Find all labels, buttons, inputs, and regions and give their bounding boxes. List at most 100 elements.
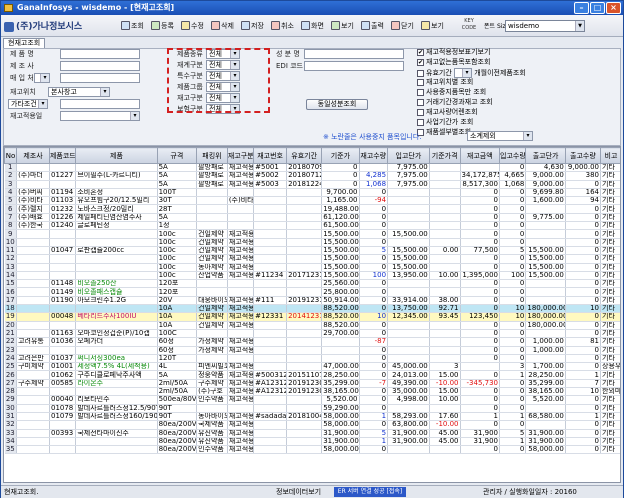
table-row[interactable]: 5(주)비타01103유오프힘구20/12.5밀리30T (주)비타 재고적용분 1…	[4, 196, 620, 206]
column-header[interactable]: 기준가	[321, 147, 360, 164]
table-cell: #5003	[253, 180, 288, 189]
supplier-input[interactable]	[60, 73, 140, 83]
cancel-button[interactable]: 취소	[269, 18, 300, 34]
column-header[interactable]: 재고구분	[226, 147, 255, 164]
supplier-type-select[interactable]	[34, 73, 50, 83]
database-select[interactable]: wisdemo ▼	[505, 20, 585, 32]
table-row[interactable]: 3480ea/200V유진약품재고적용분31,900.00131,900.004…	[4, 437, 620, 447]
column-header[interactable]: 제품코드	[48, 147, 77, 164]
check-product-detail[interactable]: 재품셀부별조회	[417, 128, 471, 137]
column-header[interactable]: 유효기간	[286, 147, 323, 164]
column-header[interactable]: 출고단가	[525, 147, 566, 164]
table-row[interactable]: 13100c동아제약재고적용분15,500.00015,500.000015,5…	[4, 263, 620, 272]
minimize-button[interactable]: –	[574, 2, 589, 14]
print-button[interactable]: 출력	[359, 18, 390, 34]
close-button[interactable]: ×	[606, 2, 621, 14]
column-header[interactable]: 패킹위	[196, 147, 228, 164]
screen-button[interactable]: 화면	[299, 18, 330, 34]
table-row[interactable]: 3580ea/200V인수약품재고적용분58,000.0000058,000.0…	[4, 445, 620, 455]
table-row[interactable]: 21 01163 오마코인정겁순(P)/10캡 100C 29,700.00 0 0 0 0 기타	[4, 329, 620, 339]
column-header[interactable]: 비고	[600, 147, 620, 164]
delete-button[interactable]: 삭제	[209, 18, 240, 34]
table-row[interactable]: 15A팔방패로재고적용분#50012018070907,975.0004,630…	[4, 163, 620, 173]
column-header[interactable]: 기준가격	[428, 147, 461, 164]
edi-code-input[interactable]	[304, 61, 404, 71]
table-cell: 0	[499, 279, 527, 289]
tab-current-stock[interactable]: 현재고조회	[3, 38, 46, 48]
table-row[interactable]: 9100c건일제약재고적용분15,500.00015,500.00000기타	[4, 229, 620, 239]
table-row[interactable]: 24 고려은만 01037 써니서징300ea 120T 0 0 0 0 기타	[4, 354, 620, 364]
table-row[interactable]: 1810A건일제약재고적용분88,520.00013,750.0092.7101…	[4, 304, 620, 314]
table-row[interactable]: 2360정가정제약재고적용분0001,000.000기타	[4, 346, 620, 355]
table-cell: 94	[565, 196, 602, 206]
column-header[interactable]: 입고단가	[387, 147, 430, 164]
table-row[interactable]: 6 (주)렐지 01232 노바스크정/20밀리 28T 19,488.00 0 0 0 0 기타	[4, 204, 620, 214]
exit-button[interactable]: 닫기	[389, 18, 420, 34]
column-header[interactable]: 재고수량	[358, 147, 389, 164]
table-row[interactable]: 2010A건일제약재고적용분88,520.00000180,000.000기타	[4, 321, 620, 330]
table-row[interactable]: 1101047로판캡슐200cc100c건일제약재고적용분15,500.0051…	[4, 246, 620, 256]
check-include-no-stock[interactable]: ✔ 재고없는품목포함조회	[417, 58, 490, 67]
table-row[interactable]: 4 (주)버씨 01194 소비혼정 100T 9,700.00 0 0 0 9,699.80 16…	[4, 188, 620, 198]
check-by-location[interactable]: 재고위치별 조회	[417, 78, 473, 87]
table-row[interactable]: 16 01149 비오졸패스캡슐 120포 25,800.00 0 0 0 0 기타	[4, 287, 620, 297]
table-cell	[321, 346, 360, 355]
table-row[interactable]: 14100c산업약품재고적용분#112342017123115,500.0010…	[4, 271, 620, 281]
table-cell: 라이온주	[75, 379, 158, 389]
table-row[interactable]: 12100c건일제약재고적용분15,500.00015,500.000015,5…	[4, 254, 620, 264]
table-row[interactable]: 33 00393국제전타마이신주80ea/200V유진약품재고적용분 31,900.…	[4, 429, 620, 438]
preview-button[interactable]: 보기	[419, 18, 450, 34]
ingredient-input[interactable]	[304, 49, 404, 59]
table-cell: 0	[499, 213, 527, 223]
key-code-button[interactable]: KEY CODE	[459, 18, 479, 34]
column-header[interactable]: 입고수량	[499, 147, 527, 164]
table-row[interactable]: 8 (주)한국 01240 글로페틴정 1정 61,500.00 0 0 0 0 기타	[4, 221, 620, 231]
view-button[interactable]: 보기	[329, 18, 360, 34]
table-row[interactable]: 7 (주)배효 01226 제일페티딘염산염주사 5A 61,120.00 0 0 0 9,775…	[4, 213, 620, 223]
edit-button[interactable]: 수정	[179, 18, 210, 34]
table-row[interactable]: 35A팔방패로재고적용분#50032018122401,0687,975.008…	[4, 180, 620, 189]
register-button[interactable]: 등록	[149, 18, 180, 34]
table-cell	[429, 287, 461, 297]
table-row[interactable]: 2900040리보타민주500ea/80V인수약품재고적용분5,520.0004…	[4, 395, 620, 405]
column-header[interactable]: 규격	[156, 147, 198, 164]
column-header[interactable]: 출고수량	[564, 147, 602, 164]
column-header[interactable]: No	[4, 147, 18, 164]
table-row[interactable]: 10100c건일제약재고적용분15,500.000000기타	[4, 238, 620, 247]
product-name-input[interactable]	[60, 49, 140, 59]
table-row[interactable]: 19 00048베타리드주사100IU10A건일제약재고적용분#123312014…	[4, 312, 620, 322]
column-header[interactable]: 재고번호	[253, 147, 288, 164]
table-row[interactable]: 17 01190아모크린주1.2G20V대웅바이오재고적용분#1112019123…	[4, 296, 620, 306]
save-button[interactable]: 저장	[239, 18, 270, 34]
table-row[interactable]: 3280ea/200V국제약품재고적용분58,000.00063,800.00-…	[4, 420, 620, 430]
column-header[interactable]: 제품	[75, 147, 158, 164]
manufacturer-input[interactable]	[60, 61, 140, 71]
check-discontinued-only[interactable]: 사용중지품목만 조회	[417, 88, 486, 97]
check-show-stock-info[interactable]: ✔ 재고적용정보표기보기	[417, 48, 490, 57]
check-period-stock[interactable]: 거래기간경과재고 조회	[417, 98, 493, 107]
table-row[interactable]: 25구미제약01001세정액7.5% 4L(세척용)4L피엔씨빌코재고적용분 47…	[4, 362, 620, 372]
check-expiry[interactable]: 유효기간 개월이전제품조회	[417, 68, 526, 78]
other-condition-input[interactable]	[60, 99, 140, 109]
stock-location-select[interactable]: 본사창고	[48, 87, 110, 97]
maximize-button[interactable]: □	[590, 2, 605, 14]
table-row[interactable]: 2(주)마더01227브이필주(L-카르니티)5A팔방패로재고적용분#50022…	[4, 171, 620, 181]
table-row[interactable]: 26 01062구주디클로페낙주사액5A정웅약품재고적용분#50031222201…	[4, 370, 620, 380]
column-header[interactable]: 제조사	[16, 147, 50, 164]
subtotal-select[interactable]: 소계제외	[467, 131, 533, 141]
check-stock-quantity[interactable]: 재고사량어렌조회	[417, 108, 478, 117]
table-row[interactable]: 30 01078 발데사르틀러스정12.5/90T 90T 59,290.00 0 0 0 0 기…	[4, 404, 620, 413]
check-business-period[interactable]: 사업기간가 조회	[417, 118, 473, 127]
column-header[interactable]: 재고금액	[459, 147, 501, 164]
search-button[interactable]: 조회	[119, 18, 150, 34]
table-row[interactable]: 22고려유통01036오페가더60정가정제약재고적용분-87001,000.00…	[4, 337, 620, 347]
table-row[interactable]: 15 01148 비오졸250산 120포 25,560.00 0 0 0 0 기타	[4, 279, 620, 289]
table-row[interactable]: 27구주제약00585라이온주2ml/50A구주제약재고적용분#A1231232…	[4, 379, 620, 389]
expiry-months-select[interactable]	[454, 68, 472, 78]
same-ingredient-search-button[interactable]: 동일성분조회	[306, 99, 368, 110]
table-cell: 0	[460, 395, 501, 405]
stock-apply-date-input[interactable]	[60, 111, 140, 121]
other-condition-select[interactable]: 가타조건	[8, 99, 48, 109]
table-row[interactable]: 31 01079발데사르틀러스정160/190T90T동아바이오재고적용분#sad…	[4, 412, 620, 422]
table-row[interactable]: 282ml/50A(주)구호재고적용분#A1231232019123038,16…	[4, 387, 620, 397]
